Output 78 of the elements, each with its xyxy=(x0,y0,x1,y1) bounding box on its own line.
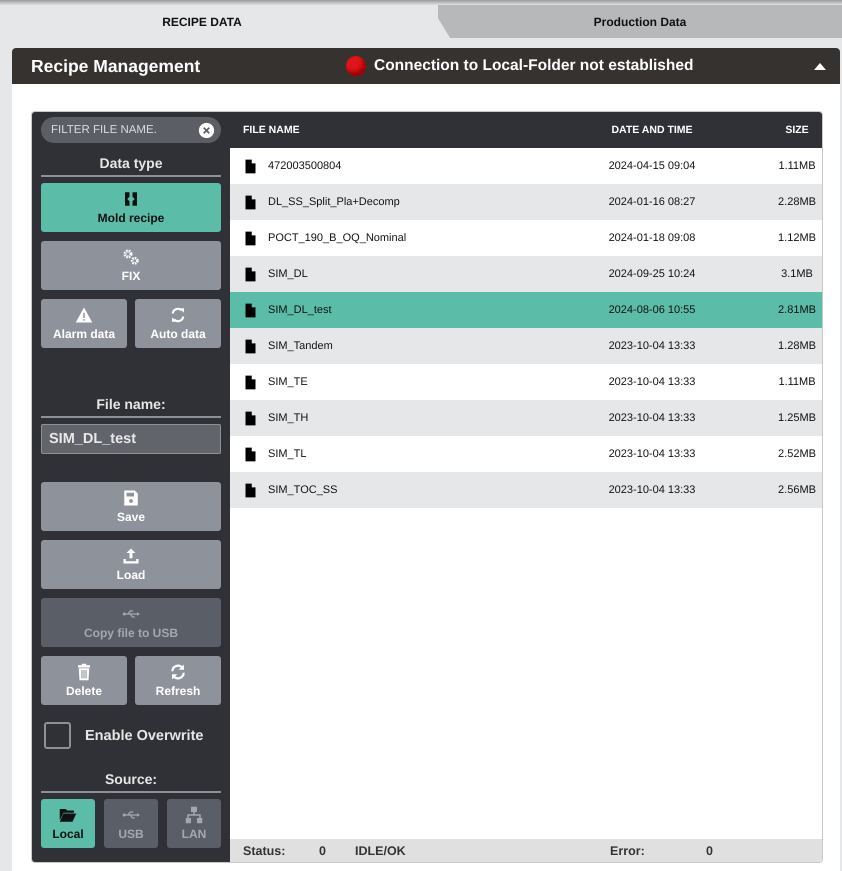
file-name: SIM_Tandem xyxy=(268,340,333,352)
file-icon xyxy=(243,338,258,354)
file-icon xyxy=(243,374,258,390)
size-cell-text: 3.1MB xyxy=(780,268,814,280)
file-name: SIM_TL xyxy=(268,448,307,460)
network-icon xyxy=(185,806,203,824)
trash-icon xyxy=(75,663,93,681)
save-icon xyxy=(122,489,140,507)
status-code: 0 xyxy=(319,844,327,858)
warning-icon xyxy=(75,306,93,324)
table-row[interactable]: SIM_DL_test 2024-08-06 10:55 2.81MB xyxy=(230,292,822,328)
tab[interactable]: Production Data xyxy=(438,5,842,38)
file-icon xyxy=(243,482,258,498)
column-header[interactable]: SIZE xyxy=(727,124,822,136)
column-header[interactable]: DATE AND TIME xyxy=(577,124,727,136)
table-row[interactable]: SIM_TH 2023-10-04 13:33 1.25MB xyxy=(230,400,822,436)
filter-field[interactable]: FILTER FILE NAME. xyxy=(41,117,221,143)
upload-icon xyxy=(122,547,140,565)
field-label: File name: xyxy=(95,396,167,413)
date-cell-text: 2024-04-15 09:04 xyxy=(608,160,696,172)
date-cell-text: 2023-10-04 13:33 xyxy=(608,484,696,496)
date-cell-text: 2024-09-25 10:24 xyxy=(608,268,696,280)
section-title: Source: xyxy=(104,771,158,788)
table-row[interactable]: SIM_TOC_SS 2023-10-04 13:33 2.56MB xyxy=(230,472,822,508)
file-icon xyxy=(243,158,258,174)
file-icon xyxy=(243,446,258,462)
collapse-icon[interactable] xyxy=(814,62,826,70)
file-name: SIM_DL xyxy=(268,268,308,280)
size-cell-text: 1.11MB xyxy=(777,160,817,172)
file-name: 472003500804 xyxy=(268,160,342,172)
size-cell-text: 1.28MB xyxy=(777,340,817,352)
file-icon xyxy=(243,410,258,426)
date-cell-text: 2024-01-18 09:08 xyxy=(608,232,696,244)
data-type-button[interactable]: Mold recipe xyxy=(41,183,221,232)
status-label: Status: xyxy=(243,844,286,858)
date-cell-text: 2024-01-16 08:27 xyxy=(608,196,696,208)
connection-status: Connection to Local-Folder not established xyxy=(374,57,694,75)
error-code: 0 xyxy=(706,844,713,858)
table-row[interactable]: SIM_Tandem 2023-10-04 13:33 1.28MB xyxy=(230,328,822,364)
file-name-field[interactable]: SIM_DL_test xyxy=(41,424,221,454)
size-cell-text: 1.11MB xyxy=(777,376,817,388)
size-cell-text: 1.25MB xyxy=(777,412,817,424)
table-row[interactable]: DL_SS_Split_Pla+Decomp 2024-01-16 08:27 2.28MB xyxy=(230,184,822,220)
checkbox-label: Enable Overwrite xyxy=(85,728,204,744)
checkbox[interactable] xyxy=(44,722,71,749)
size-cell-text: 2.28MB xyxy=(777,196,817,208)
sync-icon xyxy=(169,306,187,324)
date-cell-text: 2023-10-04 13:33 xyxy=(608,340,696,352)
mold-icon xyxy=(122,190,140,208)
file-name: DL_SS_Split_Pla+Decomp xyxy=(268,196,400,208)
file-icon xyxy=(243,194,258,210)
date-cell-text: 2023-10-04 13:33 xyxy=(608,448,696,460)
panel-title: Recipe Management xyxy=(31,56,202,76)
status-text: IDLE/OK xyxy=(355,844,407,858)
table-row[interactable]: SIM_DL 2024-09-25 10:24 3.1MB xyxy=(230,256,822,292)
gears-icon xyxy=(122,248,140,266)
file-name: SIM_TOC_SS xyxy=(268,484,338,496)
folder-icon xyxy=(59,806,77,824)
file-name: SIM_TE xyxy=(268,376,308,388)
file-icon xyxy=(243,302,258,318)
size-cell-text: 2.81MB xyxy=(777,304,817,316)
file-name: POCT_190_B_OQ_Nominal xyxy=(268,232,406,244)
refresh-icon xyxy=(169,663,187,681)
section-title: Data type xyxy=(98,155,164,172)
clear-icon[interactable] xyxy=(198,122,215,138)
source-button[interactable]: Local xyxy=(41,799,95,848)
file-name: SIM_DL_test xyxy=(268,304,332,316)
date-cell-text: 2023-10-04 13:33 xyxy=(608,376,696,388)
size-cell-text: 2.56MB xyxy=(777,484,817,496)
file-name: SIM_TH xyxy=(268,412,308,424)
error-label: Error: xyxy=(610,844,646,858)
column-header[interactable]: FILE NAME xyxy=(230,124,577,136)
size-cell-text: 1.12MB xyxy=(777,232,817,244)
file-icon xyxy=(243,266,258,282)
file-icon xyxy=(243,230,258,246)
date-cell-text: 2024-08-06 10:55 xyxy=(608,304,696,316)
size-cell-text: 2.52MB xyxy=(777,448,817,460)
date-cell-text: 2023-10-04 13:33 xyxy=(608,412,696,424)
